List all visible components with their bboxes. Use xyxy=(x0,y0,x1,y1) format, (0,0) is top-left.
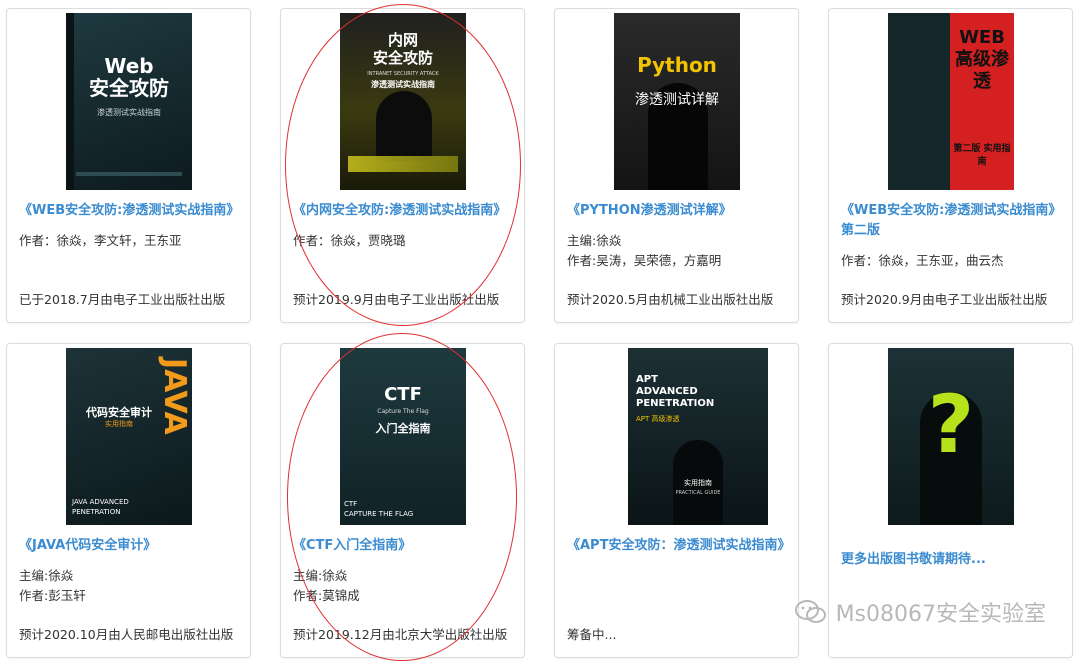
book-editor: 主编:徐焱 xyxy=(293,568,348,583)
cover-subtitle-2: 渗透测试实战指南 xyxy=(371,80,435,89)
book-title-link[interactable]: 更多出版图书敬请期待... xyxy=(841,550,1064,570)
book-title-link[interactable]: 《CTF入门全指南》 xyxy=(293,536,516,556)
book-author: 作者：徐焱，王东亚，曲云杰 xyxy=(841,253,1004,268)
book-cover[interactable]: WEB 高级渗透 第二版 实用指南 xyxy=(888,13,1014,190)
cover-title: 代码安全审计 xyxy=(86,406,152,419)
book-cover[interactable]: JAVA 代码安全审计 实用指南 JAVA ADVANCED PENETRATI… xyxy=(66,348,192,525)
book-cover[interactable]: APT ADVANCED PENETRATION APT 高级渗透 实用指南 P… xyxy=(628,348,768,525)
book-cover[interactable]: 内网 安全攻防 INTRANET SECURITY ATTACK 渗透测试实战指… xyxy=(340,13,466,190)
book-publish-status: 预计2020.9月由电子工业出版社出版 xyxy=(841,292,1048,307)
book-card-apt-security[interactable]: APT ADVANCED PENETRATION APT 高级渗透 实用指南 P… xyxy=(554,343,799,658)
book-author: 作者:吴涛，吴荣德，方嘉明 xyxy=(567,253,722,268)
watermark-text: Ms08067安全实验室 xyxy=(835,602,1046,627)
book-publish-status: 预计2020.5月由机械工业出版社出版 xyxy=(567,292,774,307)
book-editor: 主编:徐焱 xyxy=(19,568,74,583)
cover-title: Web 安全攻防 xyxy=(89,54,169,100)
book-publish-status: 预计2019.12月由北京大学出版社出版 xyxy=(293,627,508,642)
book-title-link[interactable]: 《JAVA代码安全审计》 xyxy=(19,536,242,556)
watermark: Ms08067安全实验室 xyxy=(794,596,1046,628)
book-publish-status: 预计2019.9月由电子工业出版社出版 xyxy=(293,292,500,307)
book-author: 作者：徐焱，贾晓璐 xyxy=(293,233,406,248)
book-title-link[interactable]: 《PYTHON渗透测试详解》 xyxy=(567,201,790,221)
wechat-icon xyxy=(794,599,828,625)
book-card-web-security-2nd[interactable]: WEB 高级渗透 第二版 实用指南 《WEB安全攻防:渗透测试实战指南》第二版 … xyxy=(828,8,1073,323)
book-publish-status: 预计2020.10月由人民邮电出版社出版 xyxy=(19,627,234,642)
cover-title: APT ADVANCED PENETRATION xyxy=(636,374,715,409)
book-card-python-penetration[interactable]: Python 渗透测试详解 《PYTHON渗透测试详解》 主编:徐焱 作者:吴涛… xyxy=(554,8,799,323)
cover-subtitle: INTRANET SECURITY ATTACK xyxy=(367,71,439,77)
book-author: 作者:莫锦成 xyxy=(293,588,360,603)
book-title-link[interactable]: 《APT安全攻防：渗透测试实战指南》 xyxy=(567,536,790,556)
book-cover[interactable]: CTF Capture The Flag 入门全指南 CTF CAPTURE T… xyxy=(340,348,466,525)
book-editor: 主编:徐焱 xyxy=(567,233,622,248)
cover-title: WEB 高级渗透 xyxy=(955,27,1009,92)
cover-subtitle: 实用指南 xyxy=(105,420,133,428)
book-card-web-security[interactable]: Web 安全攻防 渗透测试实战指南 《WEB安全攻防:渗透测试实战指南》 作者：… xyxy=(6,8,251,323)
book-cover[interactable]: Python 渗透测试详解 xyxy=(614,13,740,190)
cover-title: CTF xyxy=(384,384,422,405)
book-card-ctf-guide[interactable]: CTF Capture The Flag 入门全指南 CTF CAPTURE T… xyxy=(280,343,525,658)
book-title-link[interactable]: 《WEB安全攻防:渗透测试实战指南》 xyxy=(19,201,242,221)
book-publish-status: 已于2018.7月由电子工业出版社出版 xyxy=(19,292,226,307)
cover-footer: JAVA ADVANCED PENETRATION xyxy=(72,498,129,516)
cover-title: 内网 安全攻防 xyxy=(372,31,433,67)
cover-footer: CTF CAPTURE THE FLAG xyxy=(344,500,414,518)
cover-title: Python xyxy=(637,53,717,77)
cover-subtitle: 第二版 实用指南 xyxy=(953,144,1011,167)
book-publish-status: 筹备中... xyxy=(567,627,617,642)
book-card-java-audit[interactable]: JAVA 代码安全审计 实用指南 JAVA ADVANCED PENETRATI… xyxy=(6,343,251,658)
book-author: 作者:彭玉轩 xyxy=(19,588,86,603)
cover-subtitle: 渗透测试实战指南 xyxy=(97,108,161,117)
book-cover[interactable]: ? xyxy=(888,348,1014,525)
cover-subtitle: APT 高级渗透 xyxy=(636,415,680,423)
question-mark-icon: ? xyxy=(927,378,975,471)
book-author: 作者：徐焱，李文轩，王东亚 xyxy=(19,233,182,248)
cover-subtitle-2: 入门全指南 xyxy=(375,422,431,435)
cover-subtitle-2: 实用指南 xyxy=(684,479,712,487)
cover-footer: PRACTICAL GUIDE xyxy=(675,490,721,496)
book-card-intranet-security[interactable]: 内网 安全攻防 INTRANET SECURITY ATTACK 渗透测试实战指… xyxy=(280,8,525,323)
cover-subtitle: Capture The Flag xyxy=(377,408,429,415)
book-title-link[interactable]: 《WEB安全攻防:渗透测试实战指南》第二版 xyxy=(841,201,1064,241)
book-title-link[interactable]: 《内网安全攻防:渗透测试实战指南》 xyxy=(293,201,516,221)
book-cover[interactable]: Web 安全攻防 渗透测试实战指南 xyxy=(66,13,192,190)
cover-subtitle: 渗透测试详解 xyxy=(635,92,719,108)
